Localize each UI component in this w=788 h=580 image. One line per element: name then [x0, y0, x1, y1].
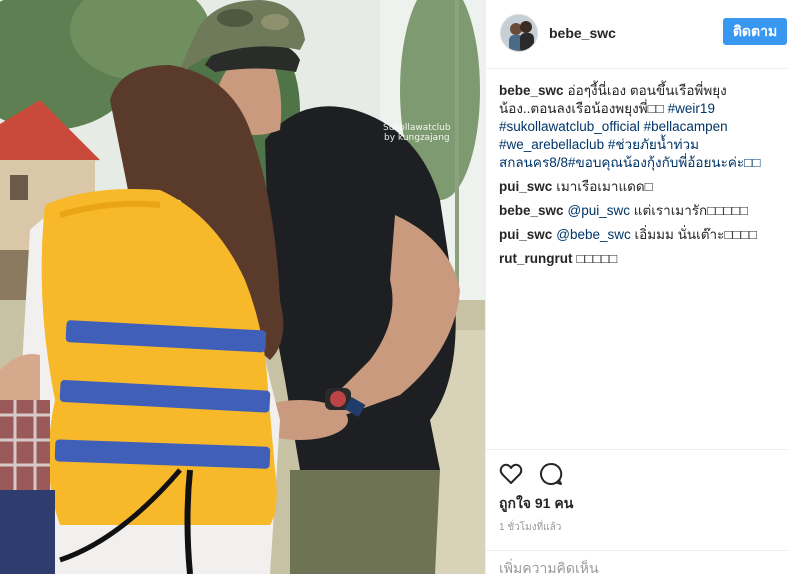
photo-illustration — [0, 0, 485, 574]
comment-username[interactable]: bebe_swc — [499, 203, 564, 218]
comment-link[interactable]: #ขอบคุณน้องกุ้งกับพี่อ้อยนะค่ะ□□ — [568, 155, 761, 170]
comment-link[interactable]: #weir19 — [668, 101, 715, 116]
watermark-line-1: Sukollawatclub — [383, 123, 451, 133]
avatar-image — [501, 15, 537, 51]
comment-item: bebe_swc อ่อๆงี้นี่เอง ตอนขึ้นเรือพี่พยุง… — [499, 82, 784, 172]
comment-text: แต่เราเมารัก□□□□□ — [630, 203, 748, 218]
comment-item: bebe_swc @pui_swc แต่เราเมารัก□□□□□ — [499, 202, 784, 220]
comment-item: pui_swc @bebe_swc เอิ่มมม นั่นเต๊าะ□□□□ — [499, 226, 784, 244]
heart-icon[interactable] — [498, 461, 524, 487]
watermark-line-2: by kungzajang — [383, 133, 450, 143]
post-side-panel: bebe_swc ติดตาม bebe_swc อ่อๆงี้นี่เอง ตอ… — [485, 0, 788, 576]
comment-link[interactable]: @bebe_swc — [556, 227, 631, 242]
add-comment-input[interactable]: เพิ่มความคิดเห็น — [499, 558, 599, 580]
comment-text: □□ — [647, 101, 668, 116]
comment-username[interactable]: bebe_swc — [499, 83, 564, 98]
comment-list: bebe_swc อ่อๆงี้นี่เอง ตอนขึ้นเรือพี่พยุง… — [499, 82, 784, 274]
comment-item: pui_swc เมาเรือเมาแดด□ — [499, 178, 784, 196]
comment-item: rut_rungrut □□□□□ — [499, 250, 784, 268]
avatar[interactable] — [500, 14, 538, 52]
comment-text: □□□□□ — [576, 251, 618, 266]
post-header: bebe_swc ติดตาม — [486, 0, 788, 69]
comment-text: เมาเรือเมาแดด□ — [556, 179, 653, 194]
comment-username[interactable]: pui_swc — [499, 227, 552, 242]
like-count[interactable]: ถูกใจ 91 คน — [499, 493, 573, 515]
photo-watermark: Sukollawatclub by kungzajang — [383, 123, 451, 143]
comment-link[interactable]: @pui_swc — [568, 203, 630, 218]
post-timestamp: 1 ชั่วโมงที่แล้ว — [499, 522, 562, 533]
add-comment-bar[interactable]: เพิ่มความคิดเห็น — [486, 550, 788, 576]
comment-username[interactable]: rut_rungrut — [499, 251, 573, 266]
post-username[interactable]: bebe_swc — [549, 25, 616, 41]
comment-text: เอิ่มมม นั่นเต๊าะ□□□□ — [630, 227, 757, 242]
comment-link[interactable]: #bellacampen — [644, 119, 728, 134]
comment-username[interactable]: pui_swc — [499, 179, 552, 194]
follow-button[interactable]: ติดตาม — [723, 18, 787, 45]
comment-link[interactable]: #sukollawatclub_official — [499, 119, 640, 134]
comment-link[interactable]: #we_arebellaclub — [499, 137, 604, 152]
comment-bubble-icon[interactable] — [538, 461, 564, 487]
post-actions: ถูกใจ 91 คน 1 ชั่วโมงที่แล้ว เพิ่มความคิ… — [486, 449, 788, 576]
post-photo[interactable]: Sukollawatclub by kungzajang — [0, 0, 485, 574]
